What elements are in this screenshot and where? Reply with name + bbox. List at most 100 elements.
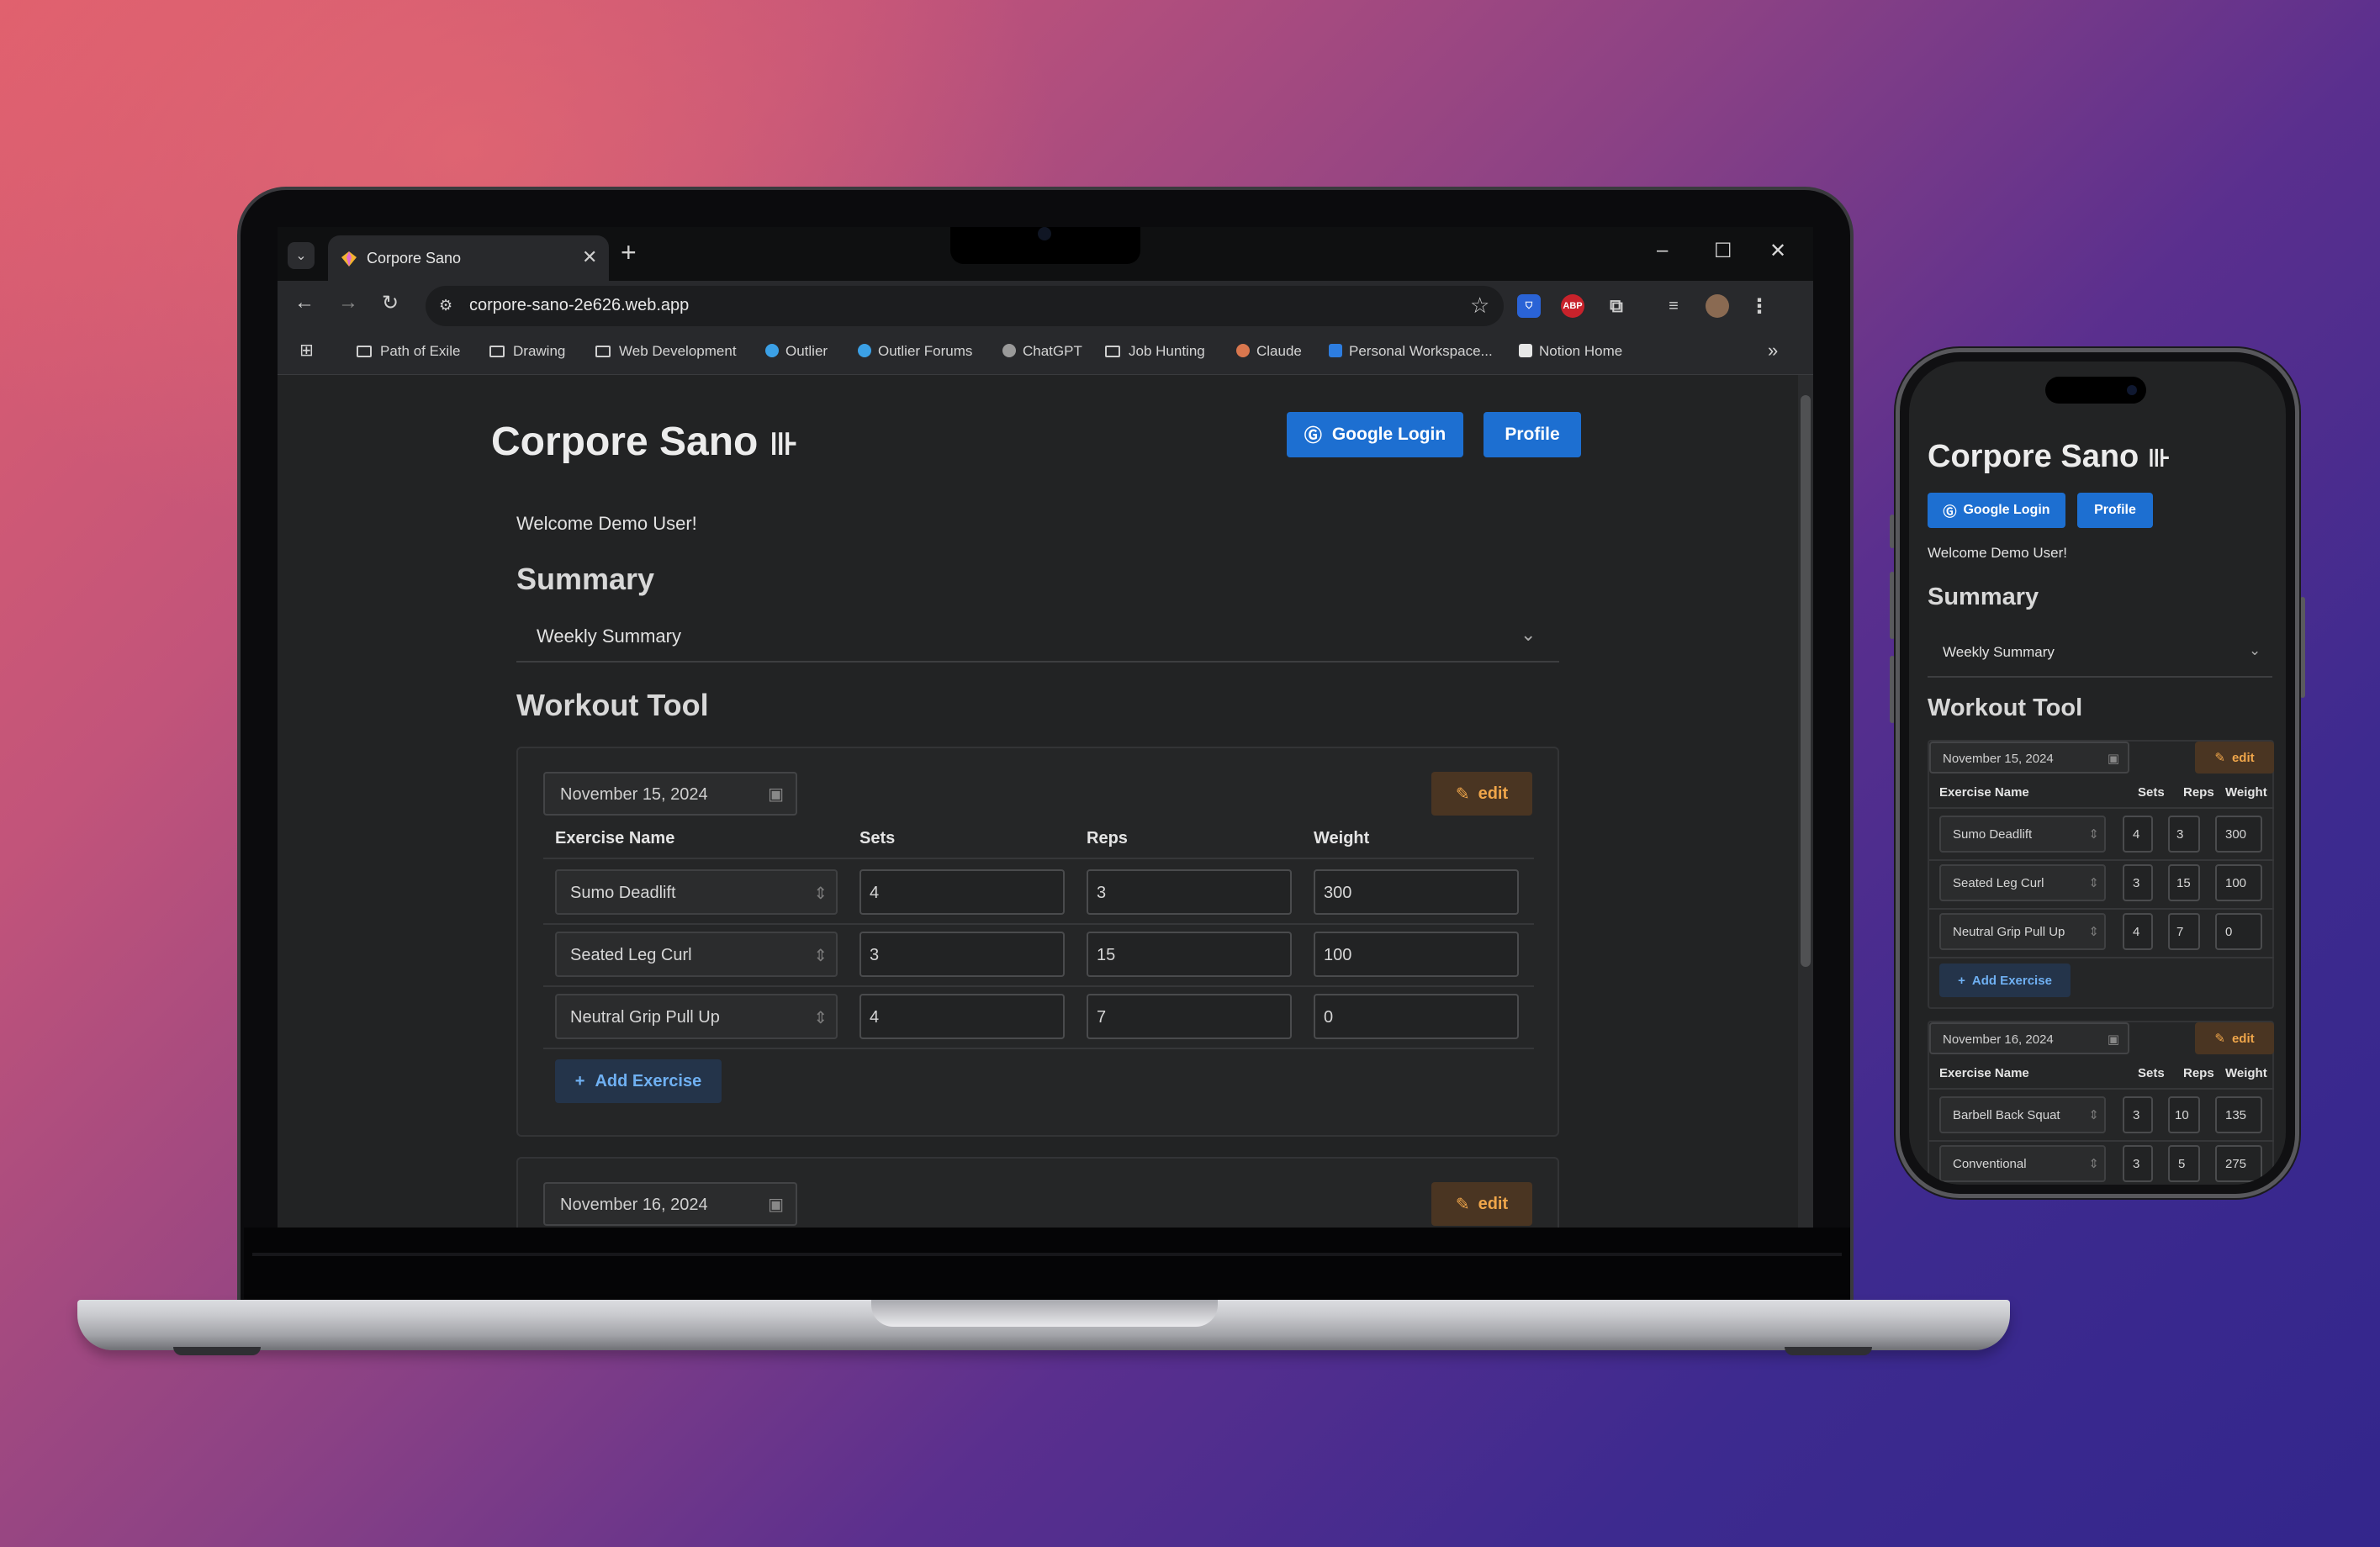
reps-input[interactable]: 15	[2168, 864, 2200, 901]
weight-input[interactable]: 100	[2215, 864, 2262, 901]
bookmark-personal-workspace[interactable]: Personal Workspace...	[1329, 343, 1493, 360]
sets-input[interactable]: 3	[2123, 1096, 2153, 1133]
forward-icon[interactable]: →	[338, 291, 358, 314]
bookmark-notion-home[interactable]: Notion Home	[1519, 343, 1622, 360]
welcome-text: Welcome Demo User!	[1928, 545, 2067, 561]
weight-input[interactable]: 135	[2215, 1096, 2262, 1133]
weight-input[interactable]: 275	[2215, 1145, 2262, 1182]
address-bar[interactable]: ⚙ corpore-sano-2e626.web.app ☆	[426, 286, 1504, 326]
maximize-icon[interactable]: ☐	[1714, 239, 1732, 263]
weight-input[interactable]: 100	[1314, 932, 1519, 977]
app-favicon-icon	[341, 251, 357, 267]
weekly-summary-accordion[interactable]: Weekly Summary ⌄	[1928, 629, 2272, 678]
reps-input[interactable]: 7	[1087, 994, 1292, 1039]
reload-icon[interactable]: ↻	[382, 291, 399, 315]
weekly-summary-accordion[interactable]: Weekly Summary ⌄	[516, 612, 1559, 663]
new-tab-button[interactable]: +	[621, 237, 637, 268]
weight-input[interactable]: 0	[2215, 913, 2262, 950]
menu-kebab-icon[interactable]: ⋮	[1748, 294, 1771, 318]
exercise-select[interactable]: Sumo Deadlift ⇕	[1939, 816, 2106, 853]
add-exercise-button[interactable]: + Add Exercise	[1939, 964, 2071, 997]
bookmark-web-development[interactable]: Web Development	[595, 343, 737, 360]
window-close-icon[interactable]: ✕	[1769, 239, 1786, 263]
sets-input[interactable]: 3	[2123, 1145, 2153, 1182]
app-title: Corpore Sano ⊪	[491, 420, 799, 464]
bitwarden-extension-icon[interactable]: ⛉	[1517, 294, 1541, 318]
edit-button[interactable]: ✎ edit	[1431, 772, 1532, 816]
extensions-puzzle-icon[interactable]: ⧉	[1605, 294, 1628, 318]
more-bookmarks-icon[interactable]: »	[1768, 340, 1778, 362]
outlier-icon	[858, 344, 871, 357]
profile-button[interactable]: Profile	[2077, 493, 2153, 528]
workout-date-field[interactable]: November 15, 2024 ▣	[1929, 742, 2129, 774]
reps-input[interactable]: 3	[2168, 816, 2200, 853]
exercise-select[interactable]: Seated Leg Curl ⇕	[1939, 864, 2106, 901]
adblock-extension-icon[interactable]: ABP	[1561, 294, 1584, 318]
star-icon[interactable]: ☆	[1470, 293, 1489, 319]
browser-tab[interactable]: Corpore Sano ✕	[328, 235, 609, 281]
weekly-summary-label: Weekly Summary	[1943, 644, 2055, 660]
sets-input[interactable]: 3	[859, 932, 1065, 977]
weight-input[interactable]: 300	[2215, 816, 2262, 853]
google-login-button[interactable]: Ⓖ Google Login	[1928, 493, 2065, 528]
laptop-chin-line	[252, 1253, 1842, 1256]
workout-date-field[interactable]: November 16, 2024 ▣	[543, 1182, 797, 1226]
url-text: corpore-sano-2e626.web.app	[469, 296, 690, 314]
reps-input[interactable]: 3	[1087, 869, 1292, 915]
weight-input[interactable]: 0	[1314, 994, 1519, 1039]
add-exercise-button[interactable]: + Add Exercise	[555, 1059, 722, 1103]
bookmark-job-hunting[interactable]: Job Hunting	[1105, 343, 1205, 360]
reps-input[interactable]: 7	[2168, 913, 2200, 950]
profile-button[interactable]: Profile	[1484, 412, 1581, 457]
web-page: Corpore Sano ⊪ Ⓖ Google Login Profile Wel…	[278, 375, 1798, 1228]
google-login-button[interactable]: Ⓖ Google Login	[1287, 412, 1463, 457]
plus-icon: +	[1958, 973, 1965, 988]
exercise-select[interactable]: Neutral Grip Pull Up ⇕	[1939, 913, 2106, 950]
workout-date-field[interactable]: November 16, 2024 ▣	[1929, 1022, 2129, 1054]
back-icon[interactable]: ←	[294, 291, 315, 314]
edit-icon: ✎	[1455, 784, 1470, 804]
edit-button[interactable]: ✎ edit	[2195, 742, 2274, 774]
bookmark-path-of-exile[interactable]: Path of Exile	[357, 343, 460, 360]
profile-avatar[interactable]	[1706, 294, 1729, 318]
sets-input[interactable]: 4	[859, 994, 1065, 1039]
minimize-icon[interactable]: –	[1657, 239, 1668, 262]
exercise-select[interactable]: Conventional ⇕	[1939, 1145, 2106, 1182]
tab-close-icon[interactable]: ✕	[582, 246, 597, 268]
workout-card: November 15, 2024 ▣ ✎ edit Exercise Name S…	[1928, 740, 2274, 1009]
laptop-chin	[244, 1228, 1850, 1299]
sets-input[interactable]: 3	[2123, 864, 2153, 901]
scrollbar-thumb[interactable]	[1801, 395, 1811, 967]
chatgpt-icon	[1002, 344, 1016, 357]
exercise-select[interactable]: Sumo Deadlift ⇕	[555, 869, 838, 915]
exercise-select[interactable]: Neutral Grip Pull Up ⇕	[555, 994, 838, 1039]
site-info-icon[interactable]: ⚙	[439, 297, 452, 314]
bookmark-claude[interactable]: Claude	[1236, 343, 1302, 360]
bookmark-outlier-forums[interactable]: Outlier Forums	[858, 343, 972, 360]
exercise-select[interactable]: Seated Leg Curl ⇕	[555, 932, 838, 977]
col-weight: Weight	[1314, 829, 1370, 847]
apps-grid-icon[interactable]: ⊞	[299, 340, 314, 361]
row-divider	[1929, 807, 2274, 809]
reps-input[interactable]: 15	[1087, 932, 1292, 977]
bookmark-chatgpt[interactable]: ChatGPT	[1002, 343, 1082, 360]
workout-card: November 16, 2024 ▣ ✎ edit Exercise Name S…	[1928, 1021, 2274, 1185]
updown-chevron-icon: ⇕	[2088, 1108, 2099, 1122]
reps-input[interactable]: 5	[2168, 1145, 2200, 1182]
media-controls-icon[interactable]: ≡	[1662, 294, 1685, 318]
sets-input[interactable]: 4	[2123, 816, 2153, 853]
tab-search-button[interactable]: ⌄	[288, 242, 315, 269]
sets-input[interactable]: 4	[859, 869, 1065, 915]
phone-side-button	[1890, 656, 1895, 723]
weight-input[interactable]: 300	[1314, 869, 1519, 915]
exercise-select[interactable]: Barbell Back Squat ⇕	[1939, 1096, 2106, 1133]
bookmark-drawing[interactable]: Drawing	[489, 343, 565, 360]
edit-button[interactable]: ✎ edit	[1431, 1182, 1532, 1226]
folder-icon	[1105, 346, 1120, 357]
reps-input[interactable]: 10	[2168, 1096, 2200, 1133]
bookmark-outlier[interactable]: Outlier	[765, 343, 828, 360]
google-icon: Ⓖ	[1304, 426, 1322, 446]
sets-input[interactable]: 4	[2123, 913, 2153, 950]
workout-date-field[interactable]: November 15, 2024 ▣	[543, 772, 797, 816]
edit-button[interactable]: ✎ edit	[2195, 1022, 2274, 1054]
